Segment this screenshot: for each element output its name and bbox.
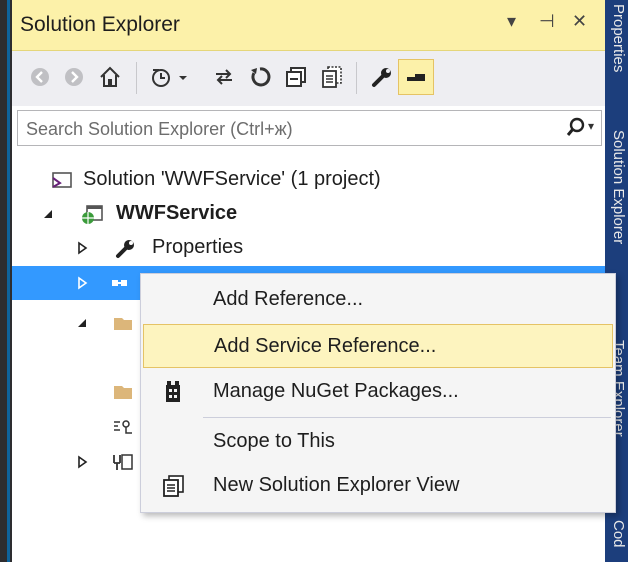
forward-icon[interactable] xyxy=(56,59,92,95)
menu-separator xyxy=(203,417,611,418)
config-file-icon xyxy=(110,451,134,473)
window-left-border xyxy=(0,0,12,562)
wrench-icon xyxy=(114,237,138,259)
close-icon[interactable]: ✕ xyxy=(572,11,587,32)
show-all-files-icon[interactable] xyxy=(314,59,350,95)
open-folder-icon xyxy=(112,312,136,334)
collapse-all-icon[interactable] xyxy=(278,59,314,95)
dropdown-icon[interactable]: ▾ xyxy=(507,11,516,32)
title-bar: Solution Explorer ▾ ⊣ ✕ xyxy=(12,0,605,51)
search-box: ▾ xyxy=(17,110,602,147)
context-menu: Add Reference... Add Service Reference..… xyxy=(140,273,616,513)
menu-item-scope-to-this[interactable]: Scope to This xyxy=(143,420,613,464)
search-icon[interactable] xyxy=(565,116,587,143)
references-icon xyxy=(110,272,134,294)
collapsed-arrow-icon[interactable] xyxy=(74,240,90,256)
menu-item-add-reference[interactable]: Add Reference... xyxy=(143,278,613,322)
solution-icon xyxy=(50,169,74,191)
side-tab-properties[interactable]: Properties xyxy=(605,4,628,84)
sync-icon[interactable] xyxy=(206,59,242,95)
collapsed-arrow-icon[interactable] xyxy=(74,454,90,470)
menu-item-add-service-reference[interactable]: Add Service Reference... xyxy=(143,324,613,368)
tree-row-solution[interactable]: Solution 'WWFService' (1 project) xyxy=(12,163,605,197)
expanded-arrow-icon[interactable] xyxy=(40,206,56,222)
menu-item-new-solution-explorer-view[interactable]: New Solution Explorer View xyxy=(143,464,613,508)
workflow-file-icon xyxy=(110,416,134,438)
pending-changes-icon[interactable] xyxy=(146,59,198,95)
menu-item-manage-nuget-packages[interactable]: Manage NuGet Packages... xyxy=(143,370,613,414)
project-label: WWFService xyxy=(116,202,238,224)
preview-selected-icon[interactable] xyxy=(398,59,434,95)
properties-label: Properties xyxy=(152,236,244,258)
toolbar xyxy=(12,51,605,106)
panel-title: Solution Explorer xyxy=(20,13,180,36)
window-accent-border xyxy=(7,0,10,562)
search-options-chevron-icon[interactable]: ▾ xyxy=(588,119,594,133)
search-input[interactable] xyxy=(18,111,568,147)
expanded-arrow-icon[interactable] xyxy=(74,315,90,331)
collapsed-arrow-icon[interactable] xyxy=(74,275,90,291)
solution-label: Solution 'WWFService' (1 project) xyxy=(83,168,381,190)
refresh-icon[interactable] xyxy=(242,59,278,95)
back-icon[interactable] xyxy=(22,59,58,95)
pin-icon[interactable]: ⊣ xyxy=(539,11,555,32)
properties-wrench-icon[interactable] xyxy=(364,59,400,95)
toolbar-separator xyxy=(136,62,137,94)
side-tab-code[interactable]: Cod xyxy=(605,520,628,560)
home-icon[interactable] xyxy=(92,59,128,95)
tree-row-project[interactable]: WWFService xyxy=(12,197,605,231)
new-explorer-view-icon xyxy=(161,473,187,499)
web-project-icon xyxy=(80,203,104,225)
toolbar-separator xyxy=(356,62,357,94)
folder-icon xyxy=(112,381,136,403)
nuget-icon xyxy=(161,379,187,405)
tree-row-properties[interactable]: Properties xyxy=(12,231,605,265)
